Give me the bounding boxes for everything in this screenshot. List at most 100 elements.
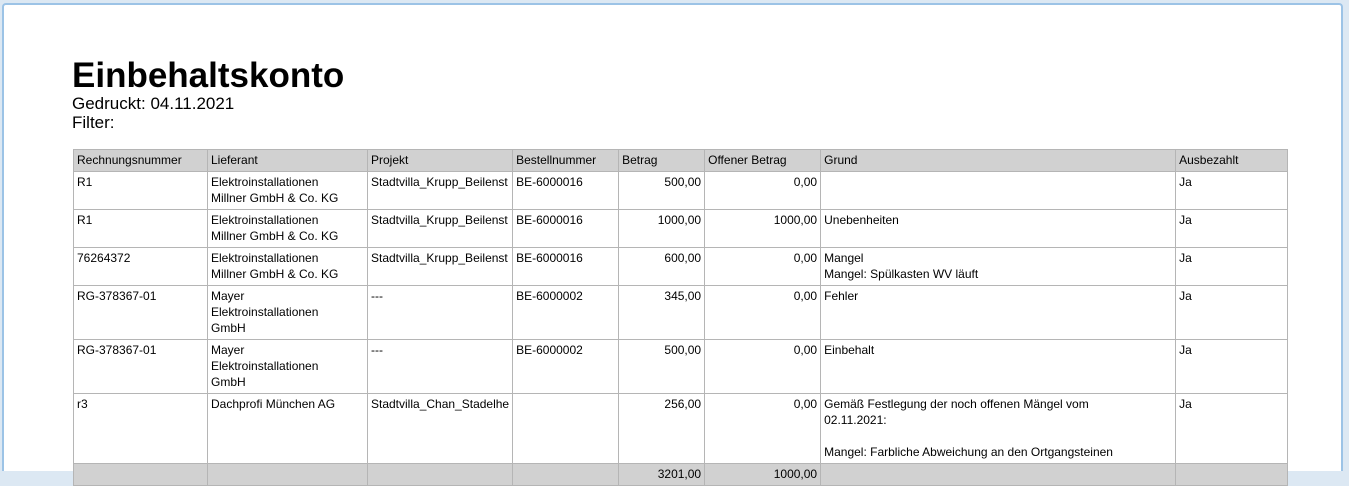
cell-lieferant-line: Elektroinstallationen (211, 305, 319, 319)
column-header-projekt: Projekt (366, 149, 514, 172)
totals-empty-cell (820, 463, 1177, 486)
cell-lieferant-line: Mayer (211, 343, 245, 357)
cell-ausbezahlt: Ja (1175, 285, 1289, 340)
cell-projekt: --- (366, 285, 514, 340)
cell-lieferant-line: Millner GmbH & Co. KG (211, 191, 339, 205)
filter-line: Filter: (72, 114, 115, 132)
cell-lieferant-line: Millner GmbH & Co. KG (211, 229, 339, 243)
cell-grund: Fehler (820, 285, 1177, 340)
column-header-offener-betrag: Offener Betrag (704, 149, 822, 172)
cell-grund-line: 02.11.2021: (824, 413, 887, 427)
column-header-bestellnummer: Bestellnummer (512, 149, 620, 172)
cell-grund-line: Mangel: Spülkasten WV läuft (824, 267, 979, 281)
cell-betrag: 345,00 (618, 285, 706, 340)
cell-offener-betrag: 0,00 (704, 393, 822, 464)
cell-rechnungsnummer: 76264372 (73, 247, 208, 286)
cell-grund-line: Gemäß Festlegung der noch offenen Mängel… (824, 397, 1089, 411)
cell-bestellnummer: BE-6000002 (512, 285, 620, 340)
cell-lieferant: Mayer Elektroinstallationen GmbH (207, 285, 368, 340)
cell-projekt: Stadtvilla_Krupp_Beilenst (366, 171, 514, 210)
printed-label: Gedruckt: (72, 94, 146, 113)
cell-lieferant: Mayer Elektroinstallationen GmbH (207, 339, 368, 394)
cell-lieferant-line: GmbH (211, 375, 246, 389)
cell-grund (820, 171, 1177, 210)
cell-lieferant: Elektroinstallationen Millner GmbH & Co. … (207, 209, 368, 248)
cell-ausbezahlt: Ja (1175, 339, 1289, 394)
cell-lieferant-line: Dachprofi München AG (211, 397, 336, 411)
cell-offener-betrag: 0,00 (704, 171, 822, 210)
cell-grund: Unebenheiten (820, 209, 1177, 248)
cell-rechnungsnummer: RG-378367-01 (73, 285, 208, 340)
column-header-lieferant: Lieferant (207, 149, 368, 172)
cell-rechnungsnummer: RG-378367-01 (73, 339, 208, 394)
cell-ausbezahlt: Ja (1175, 209, 1289, 248)
cell-ausbezahlt: Ja (1175, 393, 1289, 464)
table-row: RG-378367-01 Mayer Elektroinstallationen G… (73, 285, 1289, 340)
totals-empty-cell (1175, 463, 1289, 486)
cell-grund-line: Unebenheiten (824, 213, 899, 227)
totals-row: 3201,00 1000,00 (73, 463, 1289, 486)
column-header-grund: Grund (820, 149, 1177, 172)
cell-grund-line: Mangel: Farbliche Abweichung an den Ortg… (824, 445, 1113, 459)
report-title: Einbehaltskonto (72, 56, 345, 95)
cell-lieferant: Elektroinstallationen Millner GmbH & Co. … (207, 171, 368, 210)
cell-betrag: 1000,00 (618, 209, 706, 248)
totals-empty-cell (366, 463, 514, 486)
cell-lieferant-line: Elektroinstallationen (211, 251, 319, 265)
cell-grund: Einbehalt (820, 339, 1177, 394)
column-header-ausbezahlt: Ausbezahlt (1175, 149, 1289, 172)
cell-offener-betrag: 0,00 (704, 247, 822, 286)
cell-lieferant-line: GmbH (211, 321, 246, 335)
cell-lieferant-line: Elektroinstallationen (211, 213, 319, 227)
cell-betrag: 256,00 (618, 393, 706, 464)
cell-offener-betrag: 1000,00 (704, 209, 822, 248)
cell-ausbezahlt: Ja (1175, 247, 1289, 286)
cell-bestellnummer: BE-6000016 (512, 247, 620, 286)
cell-bestellnummer: BE-6000016 (512, 209, 620, 248)
cell-ausbezahlt: Ja (1175, 171, 1289, 210)
cell-projekt: --- (366, 339, 514, 394)
retention-table: Rechnungsnummer Lieferant Projekt Bestel… (73, 149, 1289, 486)
table-header-row: Rechnungsnummer Lieferant Projekt Bestel… (73, 149, 1289, 172)
cell-bestellnummer: BE-6000002 (512, 339, 620, 394)
table-row: r3 Dachprofi München AG Stadtvilla_Chan_… (73, 393, 1289, 464)
cell-betrag: 600,00 (618, 247, 706, 286)
cell-bestellnummer: BE-6000016 (512, 171, 620, 210)
cell-lieferant: Dachprofi München AG (207, 393, 368, 464)
totals-empty-cell (512, 463, 620, 486)
table-row: R1 Elektroinstallationen Millner GmbH & C… (73, 209, 1289, 248)
cell-lieferant-line: Mayer (211, 289, 245, 303)
total-betrag: 3201,00 (618, 463, 706, 486)
cell-bestellnummer (512, 393, 620, 464)
table-row: 76264372 Elektroinstallationen Millner Gm… (73, 247, 1289, 286)
cell-rechnungsnummer: R1 (73, 171, 208, 210)
totals-empty-cell (73, 463, 208, 486)
cell-lieferant: Elektroinstallationen Millner GmbH & Co. … (207, 247, 368, 286)
cell-grund-line (824, 428, 1172, 444)
cell-projekt: Stadtvilla_Chan_Stadelhe (366, 393, 514, 464)
cell-offener-betrag: 0,00 (704, 339, 822, 394)
cell-rechnungsnummer: r3 (73, 393, 208, 464)
total-offener-betrag: 1000,00 (704, 463, 822, 486)
cell-lieferant-line: Elektroinstallationen (211, 175, 319, 189)
cell-lieferant-line: Millner GmbH & Co. KG (211, 267, 339, 281)
printed-date: 04.11.2021 (150, 94, 235, 113)
column-header-rechnungsnummer: Rechnungsnummer (73, 149, 208, 172)
cell-projekt: Stadtvilla_Krupp_Beilenst (366, 209, 514, 248)
printed-date-line: Gedruckt: 04.11.2021 (72, 95, 234, 113)
cell-grund: Gemäß Festlegung der noch offenen Mängel… (820, 393, 1177, 464)
cell-grund-line: Einbehalt (824, 343, 875, 357)
cell-betrag: 500,00 (618, 339, 706, 394)
cell-betrag: 500,00 (618, 171, 706, 210)
table-row: RG-378367-01 Mayer Elektroinstallationen G… (73, 339, 1289, 394)
table-row: R1 Elektroinstallationen Millner GmbH & C… (73, 171, 1289, 210)
column-header-betrag: Betrag (618, 149, 706, 172)
cell-grund: Mangel Mangel: Spülkasten WV läuft (820, 247, 1177, 286)
cell-grund-line: Mangel (824, 251, 864, 265)
cell-rechnungsnummer: R1 (73, 209, 208, 248)
cell-projekt: Stadtvilla_Krupp_Beilenst (366, 247, 514, 286)
filter-label: Filter: (72, 113, 115, 132)
table-body: R1 Elektroinstallationen Millner GmbH & C… (73, 171, 1289, 486)
cell-lieferant-line: Elektroinstallationen (211, 359, 319, 373)
cell-offener-betrag: 0,00 (704, 285, 822, 340)
